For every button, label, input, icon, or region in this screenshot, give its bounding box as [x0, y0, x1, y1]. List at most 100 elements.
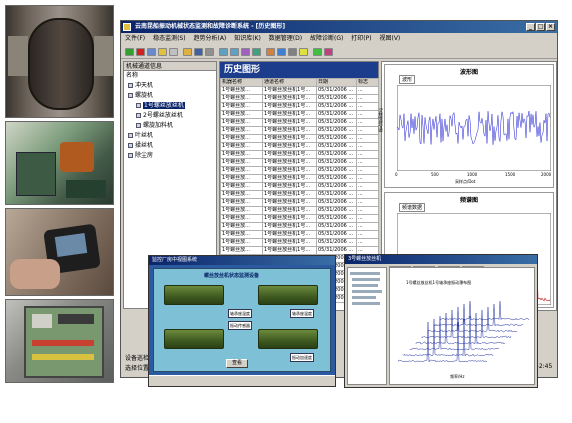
minimize-button[interactable]: _: [526, 23, 535, 31]
table-cell: 05/31/2006 ...: [316, 230, 357, 239]
table-cell: 1号螺丝放...: [220, 118, 263, 127]
photo-drum-rollers: [5, 5, 114, 118]
table-row[interactable]: 1号螺丝放...1号螺丝放丝机1号...05/31/2006 ......: [220, 126, 379, 135]
spectrum-icon[interactable]: [252, 48, 261, 56]
table-row[interactable]: 1号螺丝放...1号螺丝放丝机1号...05/31/2006 ......: [220, 190, 379, 199]
wave-icon[interactable]: [241, 48, 250, 56]
table-row[interactable]: 1号螺丝放...1号螺丝放丝机1号...05/31/2006 ......: [220, 118, 379, 127]
waterfall-trace: [433, 303, 524, 327]
grid-icon[interactable]: [147, 48, 156, 56]
col-channel[interactable]: 通道名称: [262, 78, 317, 87]
print-icon[interactable]: [205, 48, 214, 56]
menu-trend-analysis[interactable]: 趋势分析(A): [193, 35, 226, 42]
tree-item-screw-feeder[interactable]: 螺旋加料机: [136, 122, 173, 130]
table-cell: 05/31/2006 ...: [316, 102, 357, 111]
filter-icon[interactable]: [324, 48, 333, 56]
machine-icon: [136, 103, 141, 108]
table-row[interactable]: 1号螺丝放...1号螺丝放丝机1号...05/31/2006 ......: [220, 238, 379, 247]
table-row[interactable]: 1号螺丝放...1号螺丝放丝机1号...05/31/2006 ......: [220, 166, 379, 175]
tree-item-leaf[interactable]: 叶丝机: [128, 132, 153, 140]
waterfall-trace: [415, 312, 506, 345]
table-cell: 1号螺丝放丝机1号...: [262, 206, 317, 215]
menu-bar: 文件(F) 稳态监测(S) 趋势分析(A) 知识库(K) 数据管理(D) 故障诊…: [121, 33, 557, 45]
col-date[interactable]: 日期: [316, 78, 357, 87]
table-row[interactable]: 1号螺丝放...1号螺丝放丝机1号...05/31/2006 ......: [220, 150, 379, 159]
table-cell: 05/31/2006 ...: [316, 222, 357, 231]
folder-icon[interactable]: [183, 48, 192, 56]
monitor-window-title: 监控厂房中视图系统: [149, 256, 335, 265]
table-row[interactable]: 1号螺丝放...1号螺丝放丝机1号...05/31/2006 ......: [220, 222, 379, 231]
waterfall-plot: [398, 300, 530, 363]
menu-data-manage[interactable]: 数据管理(D): [269, 35, 302, 42]
tree-item-rub[interactable]: 揉丝机: [128, 142, 153, 150]
table-row[interactable]: 1号螺丝放...1号螺丝放丝机1号...05/31/2006 ......: [220, 102, 379, 111]
diagnose-icon[interactable]: [277, 48, 286, 56]
table-cell: 1号螺丝放...: [220, 134, 263, 143]
table-row[interactable]: 1号螺丝放...1号螺丝放丝机1号...05/31/2006 ......: [220, 214, 379, 223]
menu-view[interactable]: 视图(V): [379, 35, 400, 42]
table-row[interactable]: 1号螺丝放...1号螺丝放丝机1号...05/31/2006 ......: [220, 230, 379, 239]
tree-item-chongtian[interactable]: 冲天机: [128, 82, 153, 90]
table-cell: ...: [356, 102, 379, 111]
table-cell: 05/31/2006 ...: [316, 86, 357, 95]
table-cell: 1号螺丝放...: [220, 166, 263, 175]
table-cell: 1号螺丝放...: [220, 110, 263, 119]
table-cell: 1号螺丝放...: [220, 230, 263, 239]
table-cell: 05/31/2006 ...: [316, 118, 357, 127]
table-row[interactable]: 1号螺丝放...1号螺丝放丝机1号...05/31/2006 ......: [220, 158, 379, 167]
menu-steady-monitor[interactable]: 稳态监测(S): [153, 35, 186, 42]
monitor-window: 监控厂房中视图系统 螺丝放丝机状态监测设备 轴承座温度 振动传感器 轴承座温度 …: [148, 255, 336, 387]
view-button[interactable]: 查看: [226, 359, 248, 368]
table-cell: 1号螺丝放丝机1号...: [262, 110, 317, 119]
tree-item-screw-1[interactable]: 1号螺丝放丝机: [136, 102, 185, 110]
tree-item-screw[interactable]: 螺旋机: [128, 92, 153, 100]
table-cell: 1号螺丝放丝机1号...: [262, 158, 317, 167]
machine-icon: [128, 93, 133, 98]
menu-file[interactable]: 文件(F): [125, 35, 145, 42]
machine-icon: [128, 153, 133, 158]
history-heading: 历史图形: [220, 62, 378, 78]
settings-icon[interactable]: [288, 48, 297, 56]
table-row[interactable]: 1号螺丝放...1号螺丝放丝机1号...05/31/2006 ......: [220, 86, 379, 95]
table-cell: 1号螺丝放丝机1号...: [262, 182, 317, 191]
table-cell: 1号螺丝放丝机1号...: [262, 150, 317, 159]
table-row[interactable]: 1号螺丝放...1号螺丝放丝机1号...05/31/2006 ......: [220, 206, 379, 215]
toolbar: [121, 45, 557, 59]
col-machine[interactable]: 机器名称: [220, 78, 263, 87]
refresh-icon[interactable]: [313, 48, 322, 56]
table-row[interactable]: 1号螺丝放...1号螺丝放丝机1号...05/31/2006 ......: [220, 94, 379, 103]
table-cell: 1号螺丝放丝机1号...: [262, 246, 317, 255]
stop-icon[interactable]: [136, 48, 145, 56]
table-row[interactable]: 1号螺丝放...1号螺丝放丝机1号...05/31/2006 ......: [220, 142, 379, 151]
tree-item-dust[interactable]: 除尘房: [128, 152, 153, 160]
waterfall-window-title: 3号螺丝放丝机: [345, 255, 537, 264]
save-icon[interactable]: [194, 48, 203, 56]
table-cell: 1号螺丝放...: [220, 198, 263, 207]
menu-fault-diagnosis[interactable]: 故障诊断(G): [310, 35, 343, 42]
table-row[interactable]: 1号螺丝放...1号螺丝放丝机1号...05/31/2006 ......: [220, 174, 379, 183]
close-button[interactable]: ×: [546, 23, 555, 31]
table-cell: 1号螺丝放...: [220, 150, 263, 159]
maximize-button[interactable]: □: [536, 23, 545, 31]
table-cell: 05/31/2006 ...: [316, 182, 357, 191]
trend-icon[interactable]: [266, 48, 275, 56]
play-icon[interactable]: [125, 48, 134, 56]
col-flag[interactable]: 标志: [356, 78, 379, 87]
table-cell: 1号螺丝放...: [220, 238, 263, 247]
table-icon[interactable]: [169, 48, 178, 56]
menu-print[interactable]: 打印(P): [351, 35, 371, 42]
table-cell: ...: [356, 198, 379, 207]
zoom-out-icon[interactable]: [230, 48, 239, 56]
chart-icon[interactable]: [158, 48, 167, 56]
table-row[interactable]: 1号螺丝放...1号螺丝放丝机1号...05/31/2006 ......: [220, 182, 379, 191]
help-icon[interactable]: [299, 48, 308, 56]
machine-left: [164, 285, 224, 305]
tree-item-screw-2[interactable]: 2号螺丝放丝机: [136, 112, 183, 120]
table-cell: 1号螺丝放丝机1号...: [262, 142, 317, 151]
zoom-in-icon[interactable]: [219, 48, 228, 56]
table-cell: 05/31/2006 ...: [316, 174, 357, 183]
table-row[interactable]: 1号螺丝放...1号螺丝放丝机1号...05/31/2006 ......: [220, 134, 379, 143]
menu-knowledge-base[interactable]: 知识库(K): [234, 35, 261, 42]
table-row[interactable]: 1号螺丝放...1号螺丝放丝机1号...05/31/2006 ......: [220, 110, 379, 119]
table-row[interactable]: 1号螺丝放...1号螺丝放丝机1号...05/31/2006 ......: [220, 198, 379, 207]
